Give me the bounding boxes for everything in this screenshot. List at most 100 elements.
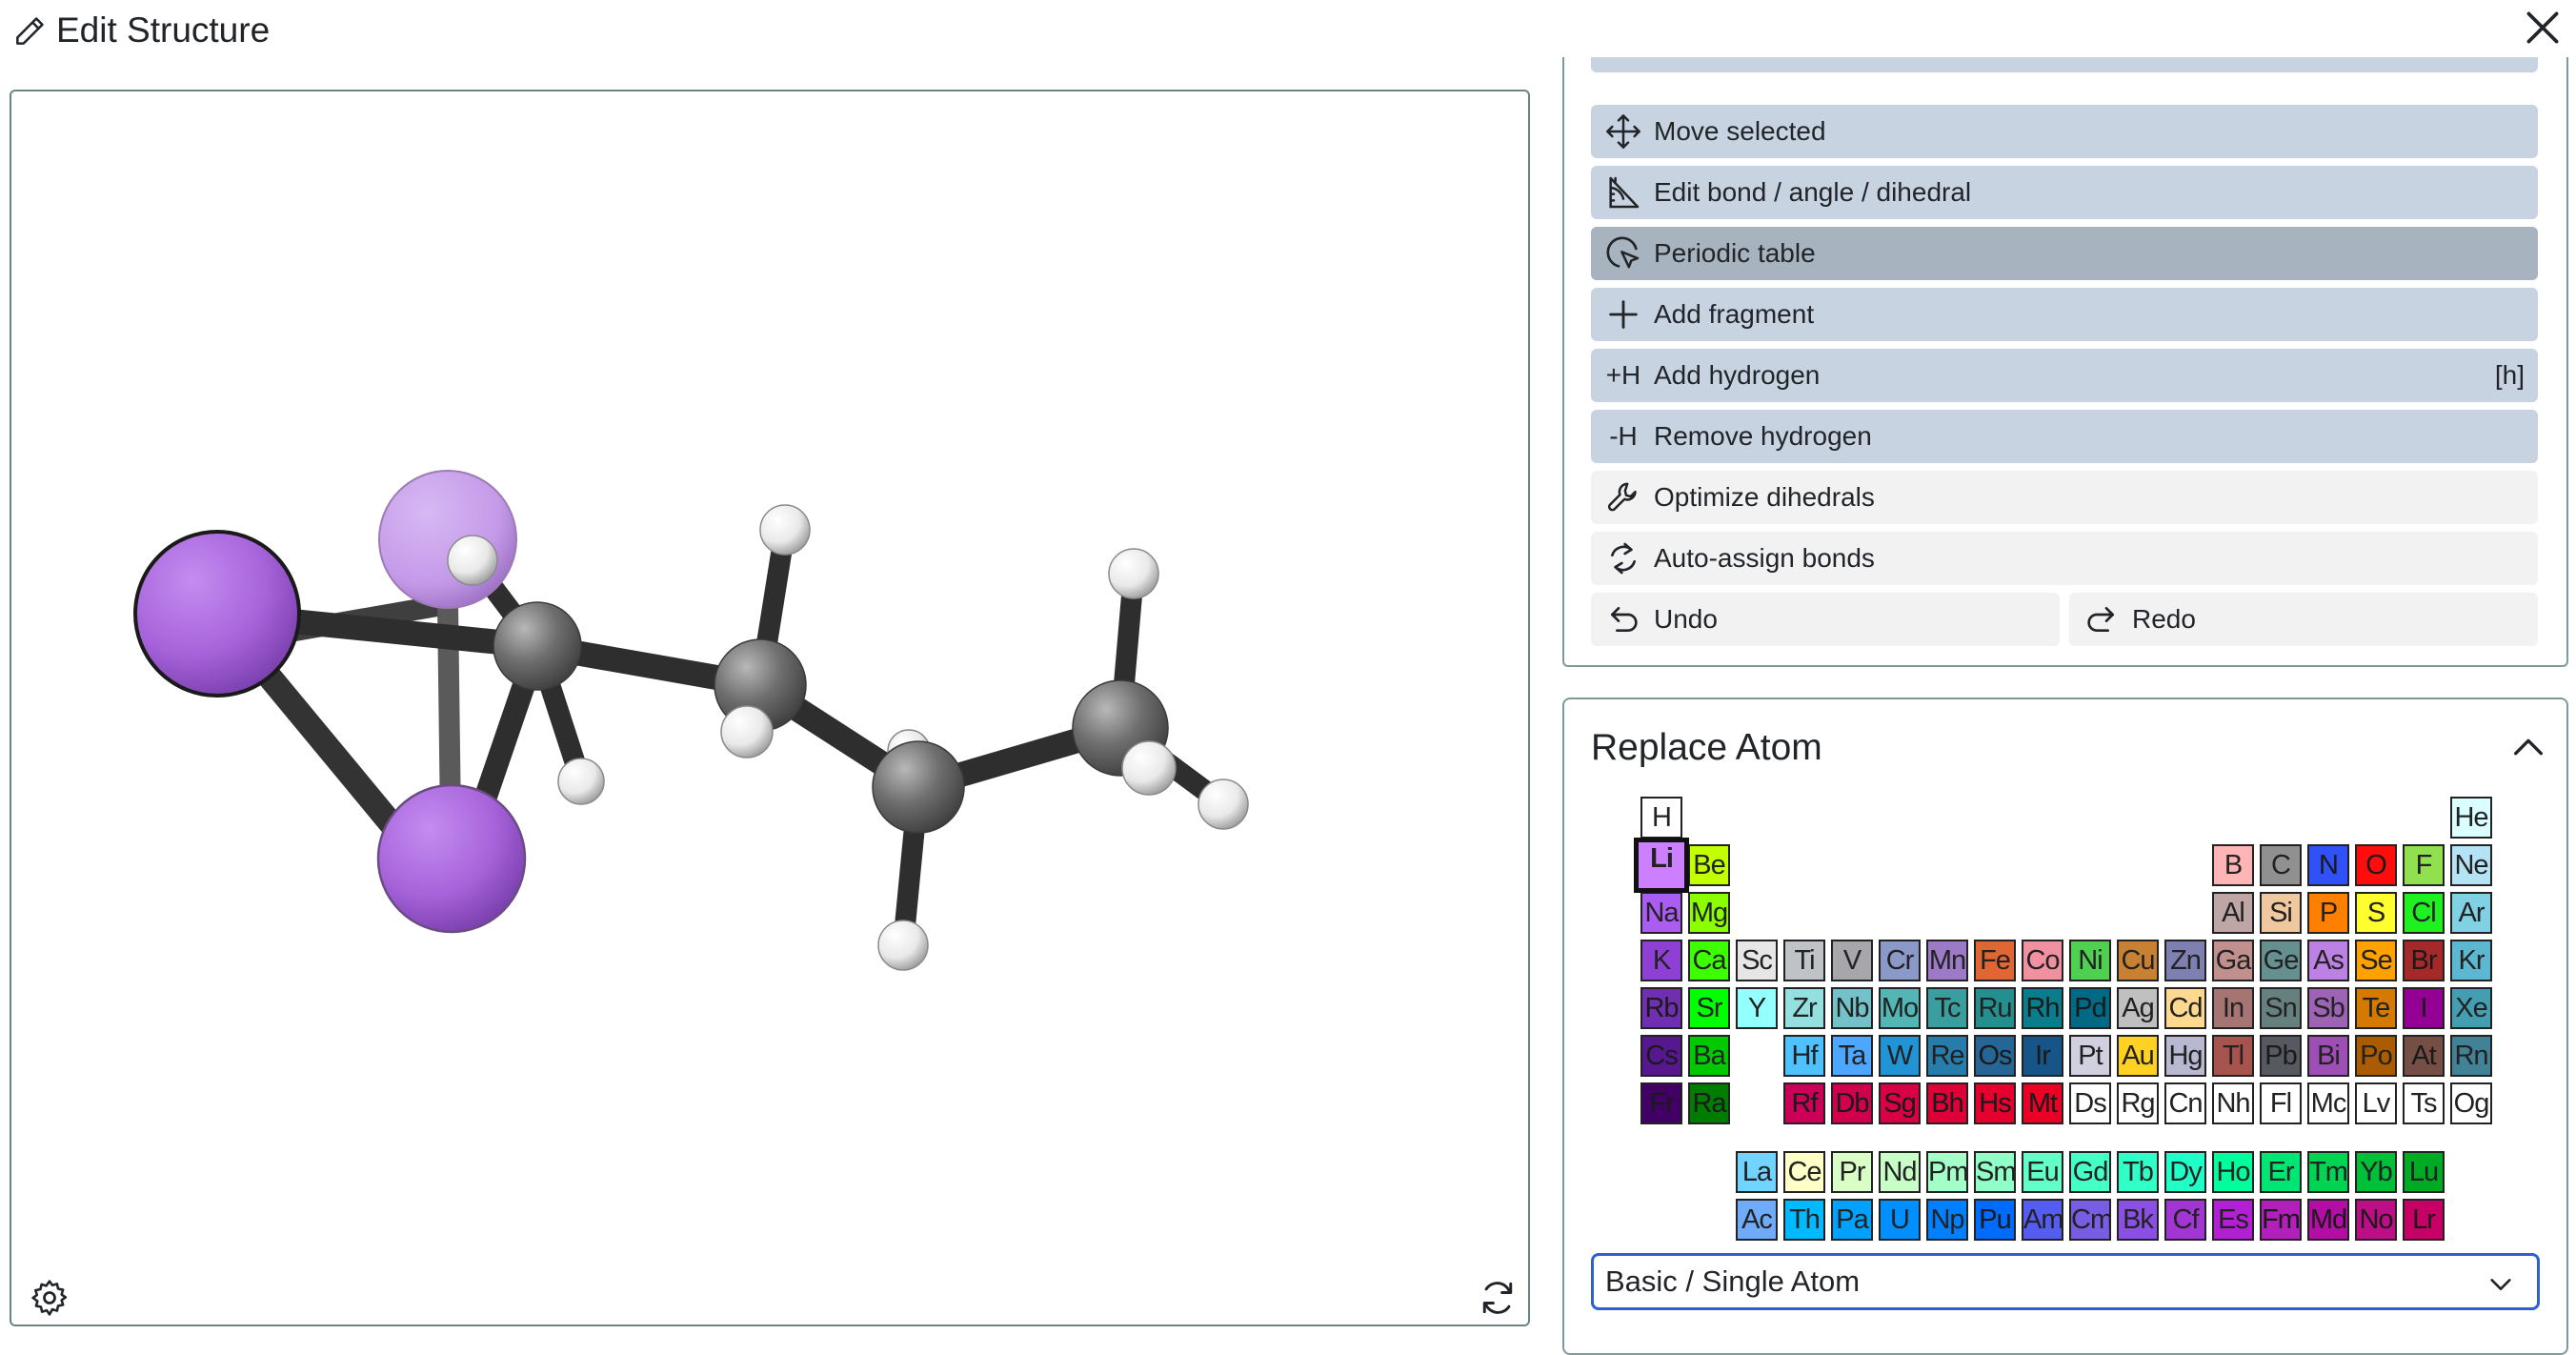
element-ca[interactable]: Ca <box>1688 940 1730 981</box>
element-s[interactable]: S <box>2355 892 2397 934</box>
element-tm[interactable]: Tm <box>2307 1151 2349 1193</box>
element-rn[interactable]: Rn <box>2450 1035 2492 1077</box>
element-b[interactable]: B <box>2212 844 2254 886</box>
element-am[interactable]: Am <box>2022 1199 2063 1241</box>
element-fl[interactable]: Fl <box>2260 1082 2302 1124</box>
element-ce[interactable]: Ce <box>1783 1151 1825 1193</box>
element-as[interactable]: As <box>2307 940 2349 981</box>
element-ho[interactable]: Ho <box>2212 1151 2254 1193</box>
add-hydrogen-button[interactable]: +H Add hydrogen [h] <box>1591 349 2538 402</box>
element-he[interactable]: He <box>2450 797 2492 839</box>
element-n[interactable]: N <box>2307 844 2349 886</box>
element-p[interactable]: P <box>2307 892 2349 934</box>
element-re[interactable]: Re <box>1926 1035 1968 1077</box>
element-cd[interactable]: Cd <box>2164 987 2206 1029</box>
element-sb[interactable]: Sb <box>2307 987 2349 1029</box>
element-tc[interactable]: Tc <box>1926 987 1968 1029</box>
element-ge[interactable]: Ge <box>2260 940 2302 981</box>
element-ru[interactable]: Ru <box>1974 987 2016 1029</box>
element-pm[interactable]: Pm <box>1926 1151 1968 1193</box>
element-cs[interactable]: Cs <box>1640 1035 1682 1077</box>
element-nh[interactable]: Nh <box>2212 1082 2254 1124</box>
add-fragment-button[interactable]: Add fragment <box>1591 288 2538 341</box>
element-bi[interactable]: Bi <box>2307 1035 2349 1077</box>
element-mc[interactable]: Mc <box>2307 1082 2349 1124</box>
element-in[interactable]: In <box>2212 987 2254 1029</box>
element-sr[interactable]: Sr <box>1688 987 1730 1029</box>
element-mo[interactable]: Mo <box>1879 987 1921 1029</box>
close-icon[interactable] <box>2519 4 2566 51</box>
element-tl[interactable]: Tl <box>2212 1035 2254 1077</box>
element-rg[interactable]: Rg <box>2117 1082 2159 1124</box>
element-eu[interactable]: Eu <box>2022 1151 2063 1193</box>
element-sn[interactable]: Sn <box>2260 987 2302 1029</box>
element-be[interactable]: Be <box>1688 844 1730 886</box>
element-bk[interactable]: Bk <box>2117 1199 2159 1241</box>
element-al[interactable]: Al <box>2212 892 2254 934</box>
periodic-table-button[interactable]: Periodic table <box>1591 227 2538 280</box>
element-sg[interactable]: Sg <box>1879 1082 1921 1124</box>
element-se[interactable]: Se <box>2355 940 2397 981</box>
refresh-icon[interactable] <box>1477 1277 1519 1319</box>
auto-assign-bonds-button[interactable]: Auto-assign bonds <box>1591 532 2538 585</box>
mode-select[interactable]: Basic / Single Atom <box>1591 1253 2540 1310</box>
molecule-canvas[interactable] <box>11 91 1530 1326</box>
optimize-dihedrals-button[interactable]: Optimize dihedrals <box>1591 471 2538 524</box>
element-ac[interactable]: Ac <box>1736 1199 1778 1241</box>
element-at[interactable]: At <box>2403 1035 2445 1077</box>
element-pd[interactable]: Pd <box>2069 987 2111 1029</box>
element-es[interactable]: Es <box>2212 1199 2254 1241</box>
element-fe[interactable]: Fe <box>1974 940 2016 981</box>
element-ds[interactable]: Ds <box>2069 1082 2111 1124</box>
element-lv[interactable]: Lv <box>2355 1082 2397 1124</box>
edit-geometry-button[interactable]: Edit bond / angle / dihedral <box>1591 166 2538 219</box>
element-o[interactable]: O <box>2355 844 2397 886</box>
element-ar[interactable]: Ar <box>2450 892 2492 934</box>
element-ir[interactable]: Ir <box>2022 1035 2063 1077</box>
element-k[interactable]: K <box>1640 940 1682 981</box>
element-v[interactable]: V <box>1831 940 1873 981</box>
element-c[interactable]: C <box>2260 844 2302 886</box>
element-lr[interactable]: Lr <box>2403 1199 2445 1241</box>
element-cm[interactable]: Cm <box>2069 1199 2111 1241</box>
element-cu[interactable]: Cu <box>2117 940 2159 981</box>
element-co[interactable]: Co <box>2022 940 2063 981</box>
element-cn[interactable]: Cn <box>2164 1082 2206 1124</box>
element-tb[interactable]: Tb <box>2117 1151 2159 1193</box>
element-au[interactable]: Au <box>2117 1035 2159 1077</box>
element-ga[interactable]: Ga <box>2212 940 2254 981</box>
element-pr[interactable]: Pr <box>1831 1151 1873 1193</box>
element-ts[interactable]: Ts <box>2403 1082 2445 1124</box>
remove-hydrogen-button[interactable]: -H Remove hydrogen <box>1591 410 2538 463</box>
element-gd[interactable]: Gd <box>2069 1151 2111 1193</box>
element-na[interactable]: Na <box>1640 892 1682 934</box>
element-sm[interactable]: Sm <box>1974 1151 2016 1193</box>
element-nb[interactable]: Nb <box>1831 987 1873 1029</box>
chevron-up-icon[interactable] <box>2509 728 2547 766</box>
element-ne[interactable]: Ne <box>2450 844 2492 886</box>
element-ta[interactable]: Ta <box>1831 1035 1873 1077</box>
element-kr[interactable]: Kr <box>2450 940 2492 981</box>
gear-icon[interactable] <box>29 1277 70 1319</box>
element-og[interactable]: Og <box>2450 1082 2492 1124</box>
element-fm[interactable]: Fm <box>2260 1199 2302 1241</box>
element-li[interactable]: Li <box>1634 838 1689 893</box>
element-w[interactable]: W <box>1879 1035 1921 1077</box>
element-md[interactable]: Md <box>2307 1199 2349 1241</box>
element-la[interactable]: La <box>1736 1151 1778 1193</box>
element-dy[interactable]: Dy <box>2164 1151 2206 1193</box>
element-mt[interactable]: Mt <box>2022 1082 2063 1124</box>
element-mn[interactable]: Mn <box>1926 940 1968 981</box>
element-hf[interactable]: Hf <box>1783 1035 1825 1077</box>
element-mg[interactable]: Mg <box>1688 892 1730 934</box>
element-zn[interactable]: Zn <box>2164 940 2206 981</box>
element-br[interactable]: Br <box>2403 940 2445 981</box>
element-cf[interactable]: Cf <box>2164 1199 2206 1241</box>
element-po[interactable]: Po <box>2355 1035 2397 1077</box>
element-si[interactable]: Si <box>2260 892 2302 934</box>
element-lu[interactable]: Lu <box>2403 1151 2445 1193</box>
element-db[interactable]: Db <box>1831 1082 1873 1124</box>
element-rh[interactable]: Rh <box>2022 987 2063 1029</box>
element-y[interactable]: Y <box>1736 987 1778 1029</box>
element-ba[interactable]: Ba <box>1688 1035 1730 1077</box>
